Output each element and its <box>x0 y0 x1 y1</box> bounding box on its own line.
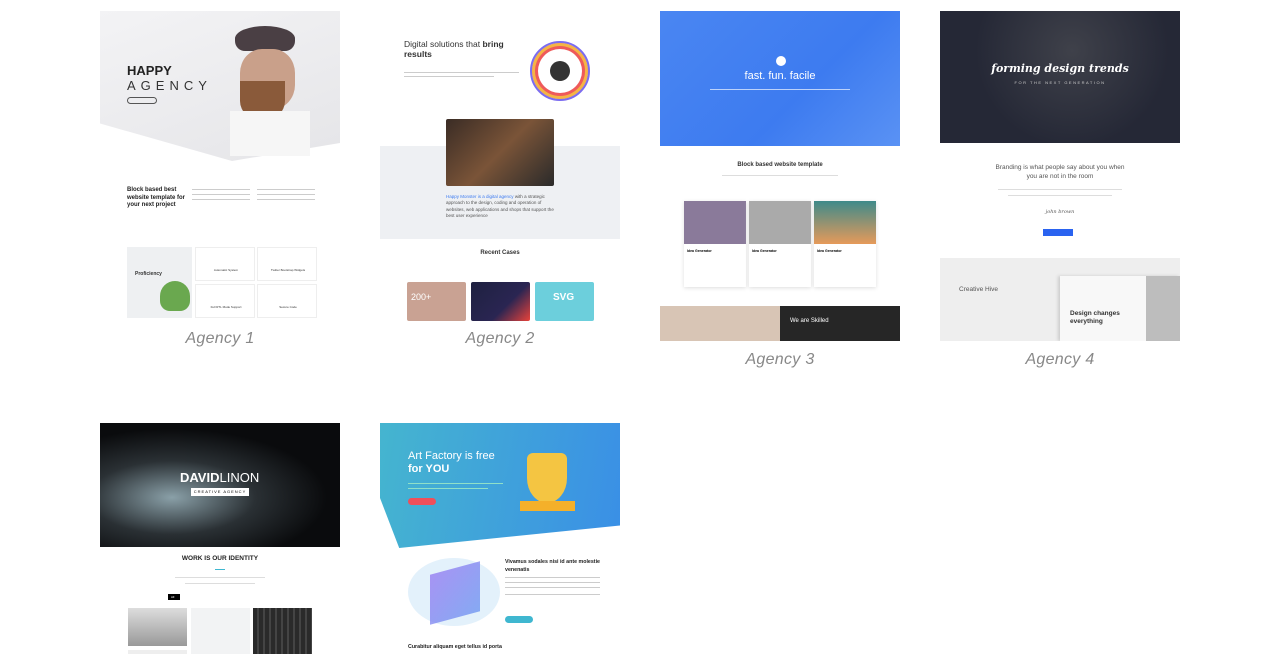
template-card-art-factory[interactable]: Art Factory is free for YOU Vivamus soda… <box>380 423 620 654</box>
template-thumbnail: DAVIDLINON CREATIVE AGENCY WORK IS OUR I… <box>100 423 340 654</box>
template-thumbnail: HAPPY AGENCY Block based best website te… <box>100 11 340 318</box>
cta-button <box>408 498 436 505</box>
template-card-agency-2[interactable]: Digital solutions that bring results Hap… <box>380 11 620 348</box>
template-thumbnail: fast. fun. facile Block based website te… <box>660 11 900 341</box>
hero-button <box>127 97 157 104</box>
video-thumbnail <box>446 119 554 186</box>
template-card-david-linon[interactable]: DAVIDLINON CREATIVE AGENCY WORK IS OUR I… <box>100 423 340 654</box>
cta-button <box>1043 229 1073 236</box>
template-card-agency-1[interactable]: HAPPY AGENCY Block based best website te… <box>100 11 340 348</box>
template-thumbnail: Art Factory is free for YOU Vivamus soda… <box>380 423 620 654</box>
play-icon <box>776 56 786 66</box>
template-caption: Agency 3 <box>745 351 815 368</box>
template-caption: Agency 1 <box>185 330 255 347</box>
template-thumbnail: forming design trends FOR THE NEXT GENER… <box>940 11 1180 341</box>
template-thumbnail: Digital solutions that bring results Hap… <box>380 11 620 329</box>
trophy-icon <box>527 453 567 503</box>
monster-icon <box>550 61 570 81</box>
template-caption: Agency 4 <box>1025 351 1095 368</box>
template-card-agency-4[interactable]: forming design trends FOR THE NEXT GENER… <box>940 11 1180 369</box>
template-caption: Agency 2 <box>465 330 535 347</box>
template-card-agency-3[interactable]: fast. fun. facile Block based website te… <box>660 11 900 369</box>
